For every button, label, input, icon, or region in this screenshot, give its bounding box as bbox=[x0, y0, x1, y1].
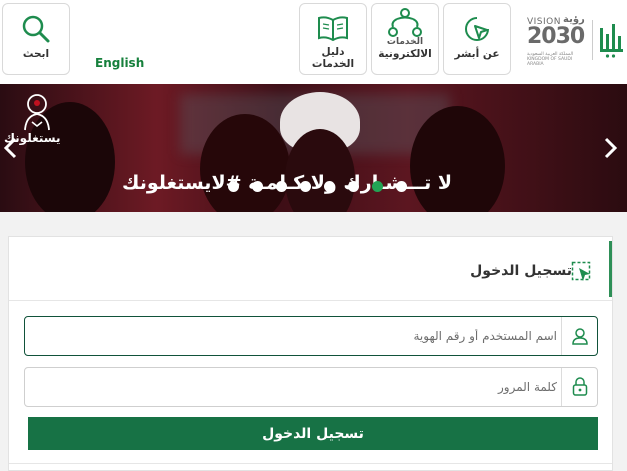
services-guide-label: دليل الخدمات bbox=[311, 46, 355, 70]
eservices-button[interactable]: الخدمات الالكترونية bbox=[371, 3, 439, 75]
search-icon bbox=[22, 15, 50, 43]
vision-year: 2030 bbox=[527, 24, 585, 49]
network-icon bbox=[388, 8, 422, 37]
carousel-dot-active[interactable] bbox=[372, 181, 383, 192]
vision-2030-logo: VISION رؤية 2030 المملكة العربية السعودي… bbox=[527, 14, 587, 67]
card-divider bbox=[9, 463, 612, 464]
user-icon bbox=[571, 328, 588, 345]
header-accent-bar bbox=[609, 241, 612, 297]
carousel-next-icon[interactable] bbox=[601, 136, 619, 160]
carousel-dot[interactable] bbox=[276, 181, 287, 192]
book-icon bbox=[318, 16, 348, 42]
login-card: تسجيل الدخول تسجيل الدخول bbox=[8, 236, 613, 471]
lock-icon-box bbox=[561, 368, 597, 406]
login-submit-button[interactable]: تسجيل الدخول bbox=[28, 417, 598, 450]
carousel-dot[interactable] bbox=[324, 181, 335, 192]
login-card-header: تسجيل الدخول bbox=[9, 237, 612, 301]
carousel-dot[interactable] bbox=[228, 181, 239, 192]
about-absher-label: عن أبشر bbox=[454, 48, 500, 60]
cursor-icon bbox=[465, 17, 489, 41]
login-cursor-icon bbox=[571, 261, 591, 281]
search-button[interactable]: ابحث bbox=[2, 3, 70, 75]
user-icon-box bbox=[561, 317, 597, 355]
carousel-dot[interactable] bbox=[348, 181, 359, 192]
carousel-dot[interactable] bbox=[396, 181, 407, 192]
vision-subtitle: المملكة العربية السعودية KINGDOM OF SAUD… bbox=[527, 52, 574, 67]
logo-divider bbox=[592, 20, 593, 60]
carousel-dot[interactable] bbox=[300, 181, 311, 192]
login-title: تسجيل الدخول bbox=[470, 263, 572, 279]
carousel-dot[interactable] bbox=[252, 181, 263, 192]
hero-banner[interactable]: يستغلونك لا تـــشـارك ولا كـلمـة #لايستغ… bbox=[0, 84, 627, 212]
password-input[interactable] bbox=[37, 376, 557, 398]
password-field[interactable] bbox=[24, 367, 598, 407]
carousel-prev-icon[interactable] bbox=[2, 136, 20, 160]
hacker-mask-icon bbox=[24, 94, 50, 131]
banner-figure bbox=[410, 106, 505, 212]
site-header: ابحث English دليل الخدمات الخدمات الالكت… bbox=[0, 0, 627, 84]
absher-logo-icon bbox=[600, 24, 623, 58]
eservices-top-label: الخدمات bbox=[386, 37, 424, 47]
username-input[interactable] bbox=[37, 325, 557, 347]
username-field[interactable] bbox=[24, 316, 598, 356]
lock-icon bbox=[572, 377, 587, 396]
english-language-link[interactable]: English bbox=[95, 56, 144, 70]
carousel-dots bbox=[228, 181, 407, 192]
about-absher-button[interactable]: عن أبشر bbox=[443, 3, 511, 75]
services-guide-button[interactable]: دليل الخدمات bbox=[299, 3, 367, 75]
search-label: ابحث bbox=[22, 48, 50, 60]
eservices-label: الالكترونية bbox=[378, 48, 432, 60]
